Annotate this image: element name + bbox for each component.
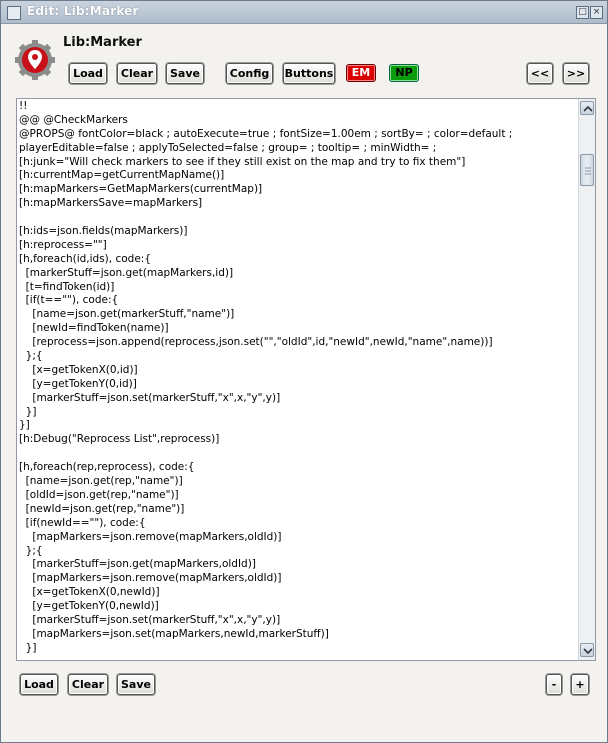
- config-button[interactable]: Config: [226, 63, 273, 84]
- code-line[interactable]: !!: [19, 100, 575, 114]
- code-line[interactable]: [markerStuff=json.set(markerStuff,"x",x,…: [19, 614, 575, 628]
- code-text[interactable]: !! @@ @CheckMarkers @PROPS@ fontColor=blac…: [19, 100, 575, 656]
- scroll-thumb[interactable]: [580, 154, 594, 186]
- code-line[interactable]: [h:mapMarkers=GetMapMarkers(currentMap)]: [19, 183, 575, 197]
- footer-clear-button[interactable]: Clear: [68, 674, 108, 695]
- window-title: Edit: Lib:Marker: [27, 4, 139, 18]
- np-button[interactable]: NP: [389, 64, 419, 82]
- code-line[interactable]: [x=getTokenX(0,newId)]: [19, 586, 575, 600]
- em-button[interactable]: EM: [346, 64, 376, 82]
- scroll-up-icon[interactable]: [580, 101, 594, 115]
- footer-save-button[interactable]: Save: [117, 674, 155, 695]
- code-line[interactable]: };{: [19, 350, 575, 364]
- maximize-icon[interactable]: □: [576, 6, 589, 19]
- code-line[interactable]: [newId=findToken(name)]: [19, 322, 575, 336]
- save-button[interactable]: Save: [166, 63, 204, 84]
- increase-font-button[interactable]: +: [571, 674, 589, 695]
- code-line[interactable]: [markerStuff=json.set(markerStuff,"x",x,…: [19, 392, 575, 406]
- code-line[interactable]: [h,foreach(id,ids), code:{: [19, 253, 575, 267]
- code-line[interactable]: [mapMarkers=json.set(mapMarkers,newId,ma…: [19, 628, 575, 642]
- window-icon: [7, 6, 21, 20]
- code-line[interactable]: [newId=json.get(rep,"name")]: [19, 503, 575, 517]
- title-bar[interactable]: Edit: Lib:Marker □ ×: [1, 1, 607, 24]
- code-line[interactable]: [h:ids=json.fields(mapMarkers)]: [19, 225, 575, 239]
- header: Lib:Marker Load Clear Save Config Button…: [1, 24, 607, 96]
- close-icon[interactable]: ×: [590, 6, 603, 19]
- code-line[interactable]: [h,foreach(rep,reprocess), code:{: [19, 461, 575, 475]
- code-line[interactable]: @@ @CheckMarkers: [19, 114, 575, 128]
- code-line[interactable]: playerEditable=false ; applyToSelected=f…: [19, 142, 575, 156]
- code-line[interactable]: [reprocess=json.append(reprocess,json.se…: [19, 336, 575, 350]
- code-line[interactable]: [y=getTokenY(0,newId)]: [19, 600, 575, 614]
- code-line[interactable]: [t=findToken(id)]: [19, 281, 575, 295]
- code-line[interactable]: [19, 447, 575, 461]
- footer-load-button[interactable]: Load: [20, 674, 58, 695]
- macro-name: Lib:Marker: [63, 35, 142, 50]
- code-line[interactable]: [if(t==""), code:{: [19, 294, 575, 308]
- editor-window: Edit: Lib:Marker □ × Lib:Marker Load Cle…: [0, 0, 608, 743]
- code-line[interactable]: }]: [19, 419, 575, 433]
- code-line[interactable]: [h:mapMarkersSave=mapMarkers]: [19, 197, 575, 211]
- code-line[interactable]: [h:Debug("Reprocess List",reprocess)]: [19, 433, 575, 447]
- next-button[interactable]: >>: [563, 63, 589, 84]
- code-line[interactable]: }]: [19, 406, 575, 420]
- code-line[interactable]: [if(newId==""), code:{: [19, 517, 575, 531]
- buttons-button[interactable]: Buttons: [283, 63, 335, 84]
- code-line[interactable]: [h:junk="Will check markers to see if th…: [19, 156, 575, 170]
- code-line[interactable]: };{: [19, 545, 575, 559]
- code-line[interactable]: [mapMarkers=json.remove(mapMarkers,oldId…: [19, 572, 575, 586]
- decrease-font-button[interactable]: -: [546, 674, 562, 695]
- code-line[interactable]: [markerStuff=json.get(mapMarkers,oldId)]: [19, 558, 575, 572]
- code-line[interactable]: }]: [19, 642, 575, 656]
- load-button[interactable]: Load: [69, 63, 107, 84]
- code-line[interactable]: [name=json.get(rep,"name")]: [19, 475, 575, 489]
- code-line[interactable]: [markerStuff=json.get(mapMarkers,id)]: [19, 267, 575, 281]
- code-line[interactable]: [h:reprocess=""]: [19, 239, 575, 253]
- code-line[interactable]: [h:currentMap=getCurrentMapName()]: [19, 169, 575, 183]
- scroll-down-icon[interactable]: [580, 643, 594, 657]
- code-line[interactable]: [oldId=json.get(rep,"name")]: [19, 489, 575, 503]
- previous-button[interactable]: <<: [527, 63, 553, 84]
- gear-marker-icon: [15, 40, 55, 80]
- code-line[interactable]: [y=getTokenY(0,id)]: [19, 378, 575, 392]
- code-editor[interactable]: !! @@ @CheckMarkers @PROPS@ fontColor=blac…: [16, 98, 596, 661]
- code-line[interactable]: @PROPS@ fontColor=black ; autoExecute=tr…: [19, 128, 575, 142]
- vertical-scrollbar[interactable]: [578, 99, 595, 660]
- code-line[interactable]: [19, 211, 575, 225]
- clear-button[interactable]: Clear: [117, 63, 157, 84]
- code-line[interactable]: [mapMarkers=json.remove(mapMarkers,oldId…: [19, 531, 575, 545]
- code-line[interactable]: [x=getTokenX(0,id)]: [19, 364, 575, 378]
- code-line[interactable]: [name=json.get(markerStuff,"name")]: [19, 308, 575, 322]
